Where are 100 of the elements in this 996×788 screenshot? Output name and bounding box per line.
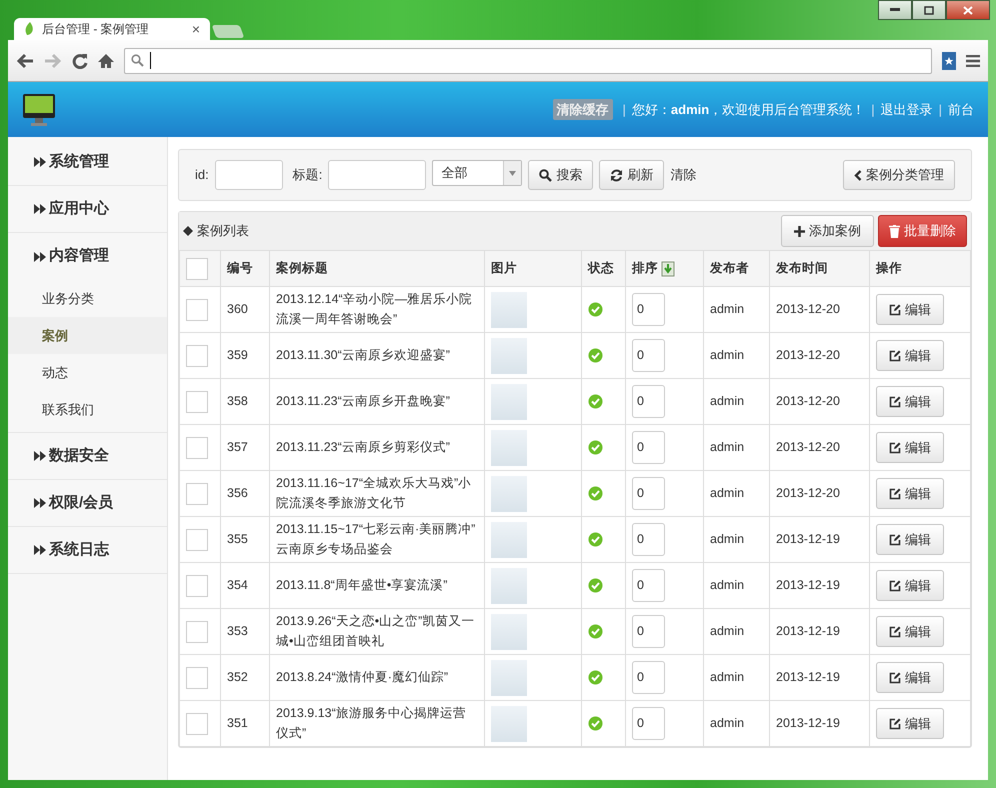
edit-button[interactable]: 编辑 (876, 478, 944, 510)
minimize-icon (890, 8, 900, 12)
sort-input-field[interactable]: 0 (632, 661, 665, 694)
id-label: id: (195, 166, 209, 184)
minimize-button[interactable] (878, 0, 912, 20)
sidebar-item[interactable]: 动态 (8, 354, 167, 391)
maximize-icon (924, 6, 934, 14)
edit-button[interactable]: 编辑 (876, 616, 944, 648)
row-checkbox[interactable] (186, 482, 208, 504)
refresh-icon (610, 168, 624, 182)
edit-button[interactable]: 编辑 (876, 386, 944, 418)
bookmark-icon[interactable] (942, 52, 956, 70)
sort-input-field[interactable]: 0 (632, 339, 665, 372)
edit-button[interactable]: 编辑 (876, 294, 944, 326)
edit-button[interactable]: 编辑 (876, 524, 944, 556)
table-cell: 352 (227, 670, 248, 684)
double-arrow-icon (34, 204, 46, 214)
row-checkbox[interactable] (186, 666, 208, 688)
sort-input-field[interactable]: 0 (632, 615, 665, 648)
browser-tab[interactable]: 后台管理 - 案例管理 × (14, 18, 210, 40)
sidebar-item[interactable]: 业务分类 (8, 280, 167, 317)
sidebar-group-item[interactable]: 内容管理 (8, 233, 167, 280)
separator: | (938, 100, 942, 119)
table-cell: 356 (227, 486, 248, 500)
plus-icon (794, 226, 805, 236)
category-select[interactable]: 全部 (432, 160, 522, 186)
row-checkbox[interactable] (186, 344, 208, 366)
close-window-button[interactable] (946, 0, 990, 20)
case-title: 2013.11.23“云南原乡剪彩仪式” (276, 440, 450, 454)
row-checkbox[interactable] (186, 574, 208, 596)
sidebar-group-item[interactable]: 系统日志 (8, 527, 167, 574)
sidebar-group-item[interactable]: 系统管理 (8, 139, 167, 186)
menu-icon[interactable] (966, 54, 980, 66)
column-header: 发布时间 (776, 261, 828, 276)
table-cell: admin (710, 440, 744, 454)
clear-link[interactable]: 清除 (670, 165, 696, 185)
list-title: 案例列表 (197, 222, 249, 240)
row-checkbox[interactable] (186, 528, 208, 550)
edit-icon (889, 718, 901, 730)
row-checkbox[interactable] (186, 620, 208, 642)
edit-button[interactable]: 编辑 (876, 432, 944, 464)
table-cell: 2013-12-19 (776, 670, 840, 684)
back-icon[interactable] (16, 52, 34, 68)
edit-icon (889, 534, 901, 546)
sidebar-item[interactable]: 联系我们 (8, 391, 167, 428)
image-placeholder (491, 522, 527, 558)
home-icon[interactable] (98, 52, 114, 68)
save-sort-icon[interactable] (661, 260, 676, 277)
add-case-button[interactable]: 添加案例 (781, 215, 874, 247)
row-checkbox[interactable] (186, 712, 208, 734)
table-cell: 2013-12-19 (776, 578, 840, 592)
edit-button[interactable]: 编辑 (876, 662, 944, 694)
edit-button[interactable]: 编辑 (876, 570, 944, 602)
batch-delete-button[interactable]: 批量删除 (878, 215, 967, 247)
address-bar[interactable] (124, 48, 932, 74)
sort-input-field[interactable]: 0 (632, 293, 665, 326)
sort-input-field[interactable]: 0 (632, 707, 665, 740)
separator: | (622, 100, 626, 119)
category-management-button[interactable]: 案例分类管理 (843, 160, 955, 190)
double-arrow-icon (34, 545, 46, 555)
table-cell: admin (710, 578, 744, 592)
table-cell: 2013-12-20 (776, 348, 840, 362)
sidebar-group-item[interactable]: 权限/会员 (8, 480, 167, 527)
row-checkbox[interactable] (186, 436, 208, 458)
table-cell: 360 (227, 302, 248, 316)
sort-input-field[interactable]: 0 (632, 385, 665, 418)
edit-icon (889, 350, 901, 362)
maximize-button[interactable] (912, 0, 946, 20)
sort-input-field[interactable]: 0 (632, 431, 665, 464)
reload-icon[interactable] (72, 52, 88, 68)
row-checkbox[interactable] (186, 390, 208, 412)
double-arrow-icon (34, 451, 46, 461)
image-placeholder (491, 660, 527, 696)
sidebar-item[interactable]: 案例 (8, 317, 167, 354)
new-tab-button[interactable] (212, 25, 244, 38)
table-cell: 2013-12-19 (776, 532, 840, 546)
sort-input-field[interactable]: 0 (632, 477, 665, 510)
edit-button[interactable]: 编辑 (876, 340, 944, 372)
forward-icon[interactable] (44, 52, 62, 68)
title-input-field[interactable] (328, 160, 426, 190)
edit-button[interactable]: 编辑 (876, 708, 944, 740)
table-cell: 357 (227, 440, 248, 454)
table-cell: 2013-12-20 (776, 394, 840, 408)
sidebar-group-item[interactable]: 应用中心 (8, 186, 167, 233)
sidebar-group-item[interactable]: 数据安全 (8, 433, 167, 480)
table-cell: admin (710, 532, 744, 546)
row-checkbox[interactable] (186, 298, 208, 320)
refresh-button[interactable]: 刷新 (599, 160, 664, 190)
case-title: 2013.8.24“激情仲夏·魔幻仙踪” (276, 670, 448, 684)
search-button[interactable]: 搜索 (528, 160, 594, 190)
id-input-field[interactable] (214, 160, 283, 190)
image-placeholder (491, 430, 527, 466)
table-cell: 2013-12-19 (776, 624, 840, 638)
sort-input-field[interactable]: 0 (632, 569, 665, 602)
double-arrow-icon (34, 498, 46, 508)
sort-input-field[interactable]: 0 (632, 523, 665, 556)
edit-icon (889, 442, 901, 454)
close-tab-button[interactable]: × (192, 18, 200, 40)
select-all-checkbox[interactable] (186, 258, 208, 280)
edit-icon (889, 396, 901, 408)
